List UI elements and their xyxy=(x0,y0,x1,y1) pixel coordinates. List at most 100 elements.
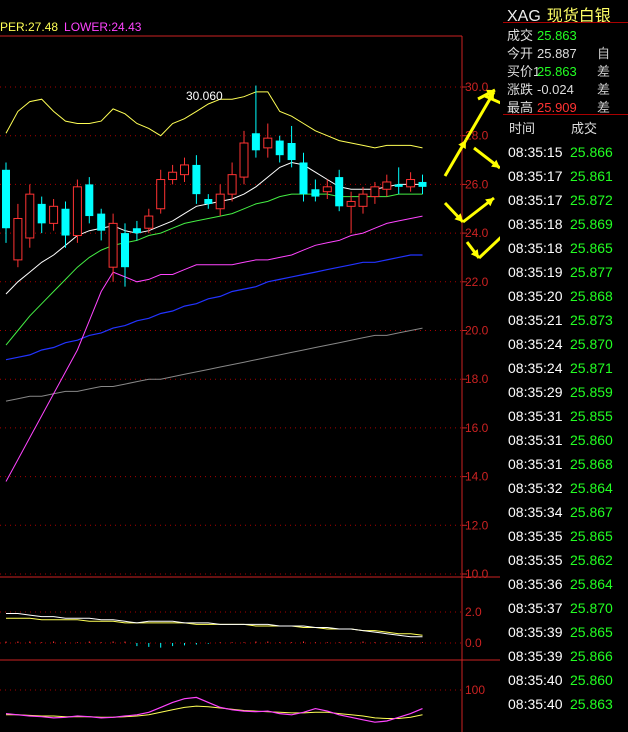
kline-chart-panel[interactable]: 30.0 28.0 26.0 24.0 22.0 20.0 18.0 16.0 14.0 12.0… xyxy=(0,0,500,732)
candle-body-down xyxy=(121,233,129,268)
tick-row: 08:35:36 25.864 xyxy=(508,576,628,600)
tick-row: 08:35:29 25.859 xyxy=(508,384,628,408)
tick-header-time: 时间 xyxy=(509,121,536,136)
candle-body-up xyxy=(358,193,368,207)
tick-time: 08:35:37 xyxy=(508,600,563,616)
osc-line-a xyxy=(5,696,423,723)
peak-price-label: 30.060 xyxy=(186,89,223,103)
candle-body-down xyxy=(287,143,296,161)
kline-chart-svg[interactable]: 30.028.026.024.022.020.018.016.014.012.0… xyxy=(0,0,500,732)
tick-row: 08:35:31 25.860 xyxy=(508,432,628,456)
quote-divider xyxy=(503,22,628,23)
quote-value: 25.863 xyxy=(537,28,577,43)
candle-body-up xyxy=(382,181,392,190)
tick-price: 25.872 xyxy=(570,192,613,208)
tick-time: 08:35:20 xyxy=(508,288,563,304)
candle-body-up xyxy=(346,200,356,207)
tick-time: 08:35:24 xyxy=(508,360,563,376)
candle-body-up xyxy=(322,186,332,193)
candle-body-down xyxy=(418,181,427,187)
tick-time: 08:35:40 xyxy=(508,672,563,688)
candle-body-up xyxy=(72,186,82,237)
price-axis-label: 22.0 xyxy=(465,275,489,289)
tick-time: 08:35:31 xyxy=(508,456,563,472)
tick-time: 08:35:21 xyxy=(508,312,563,328)
tick-price: 25.866 xyxy=(570,144,613,160)
tick-time: 08:35:34 xyxy=(508,504,563,520)
tick-time: 08:35:17 xyxy=(508,168,563,184)
quote-extra: 自 xyxy=(597,46,611,61)
tick-row: 08:35:21 25.873 xyxy=(508,312,628,336)
tick-list[interactable]: 08:35:15 25.866 08:35:17 25.861 08:35:17 25.8… xyxy=(508,144,628,720)
candle-body-down xyxy=(85,184,94,217)
tick-time: 08:35:32 xyxy=(508,480,563,496)
price-axis-label: 18.0 xyxy=(465,372,489,386)
tick-row: 08:35:35 25.865 xyxy=(508,528,628,552)
tick-row: 08:35:31 25.855 xyxy=(508,408,628,432)
tick-row: 08:35:17 25.861 xyxy=(508,168,628,192)
tick-price: 25.873 xyxy=(570,312,613,328)
tick-row: 08:35:18 25.865 xyxy=(508,240,628,264)
tick-price: 25.862 xyxy=(570,552,613,568)
tick-row: 08:35:20 25.868 xyxy=(508,288,628,312)
candle-body-down xyxy=(97,213,106,231)
price-axis-label: 10.0 xyxy=(465,567,489,581)
tick-price: 25.861 xyxy=(570,168,613,184)
tick-time: 08:35:24 xyxy=(508,336,563,352)
tick-row: 08:35:19 25.877 xyxy=(508,264,628,288)
quote-value: -0.024 xyxy=(537,82,574,97)
tick-price: 25.865 xyxy=(570,240,613,256)
price-axis-label: 14.0 xyxy=(465,470,489,484)
tick-header-price: 成交 xyxy=(571,121,598,136)
candle-body-down xyxy=(37,203,46,224)
candle-body-up xyxy=(108,222,118,268)
tick-price: 25.868 xyxy=(570,456,613,472)
tick-price: 25.870 xyxy=(570,600,613,616)
tick-price: 25.864 xyxy=(570,576,613,592)
tick-price: 25.877 xyxy=(570,264,613,280)
macd-dif-line xyxy=(6,613,423,638)
price-axis-label: 26.0 xyxy=(465,177,489,191)
tick-price: 25.871 xyxy=(570,360,613,376)
tick-price: 25.866 xyxy=(570,648,613,664)
tick-time: 08:35:18 xyxy=(508,216,563,232)
tick-row: 08:35:31 25.868 xyxy=(508,456,628,480)
tick-price: 25.860 xyxy=(570,432,613,448)
quote-extra: 差 xyxy=(597,64,611,79)
price-axis-label: 30.0 xyxy=(465,80,489,94)
tick-time: 08:35:36 xyxy=(508,576,563,592)
quote-label: 成交 xyxy=(507,28,534,43)
tick-row: 08:35:39 25.866 xyxy=(508,648,628,672)
tick-time: 08:35:35 xyxy=(508,528,563,544)
candle-body-up xyxy=(215,193,225,210)
tick-time: 08:35:15 xyxy=(508,144,563,160)
quote-row-last: 成交 25.863 xyxy=(507,25,597,43)
macd-axis-label: 2.0 xyxy=(465,605,482,619)
candle-body-up xyxy=(156,179,166,210)
annotation-arrow xyxy=(484,94,500,105)
tick-time: 08:35:31 xyxy=(508,408,563,424)
tick-price: 25.859 xyxy=(570,384,613,400)
price-axis-label: 20.0 xyxy=(465,324,489,338)
candle-body-up xyxy=(370,186,380,198)
ma-blue-line xyxy=(5,254,423,361)
price-axis-label: 12.0 xyxy=(465,518,489,532)
tick-time: 08:35:39 xyxy=(508,624,563,640)
tick-row: 08:35:35 25.862 xyxy=(508,552,628,576)
tick-row: 08:35:15 25.866 xyxy=(508,144,628,168)
price-axis-label: 24.0 xyxy=(465,226,489,240)
tick-row: 08:35:40 25.860 xyxy=(508,672,628,696)
tick-row: 08:35:32 25.864 xyxy=(508,480,628,504)
candle-body-down xyxy=(275,140,284,156)
quote-label: 今开 xyxy=(507,46,534,61)
quote-label: 买价1 xyxy=(507,64,541,79)
tick-price: 25.868 xyxy=(570,288,613,304)
tick-price: 25.860 xyxy=(570,672,613,688)
tick-row: 08:35:34 25.867 xyxy=(508,504,628,528)
candle-body-down xyxy=(2,169,10,229)
candle-body-down xyxy=(61,208,70,236)
tick-row: 08:35:39 25.865 xyxy=(508,624,628,648)
candle-body-up xyxy=(49,205,59,224)
quote-row-change: 涨跌 -0.024 差 xyxy=(507,79,610,97)
tick-row: 08:35:40 25.863 xyxy=(508,696,628,720)
